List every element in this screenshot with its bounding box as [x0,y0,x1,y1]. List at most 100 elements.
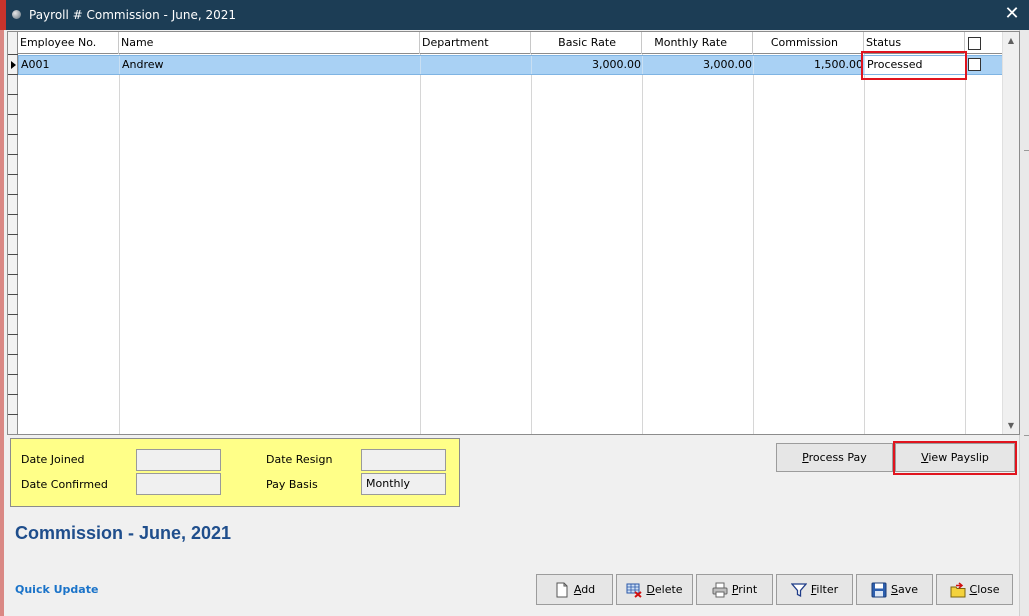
current-row-indicator-icon [11,61,16,69]
row-header-line [8,134,18,135]
add-label-rest: dd [581,583,596,596]
row-header-line [8,254,18,255]
row-header-line [8,234,18,235]
window-title: Payroll # Commission - June, 2021 [29,8,236,22]
funnel-icon [790,582,808,598]
row-header-line [8,294,18,295]
cell-department[interactable] [421,56,532,74]
save-accesskey: S [890,583,898,596]
date-confirmed-label: Date Confirmed [21,478,108,491]
scroll-down-icon[interactable]: ▼ [1003,417,1019,434]
date-resign-field[interactable] [361,449,446,471]
background-window-edge-right [1019,30,1029,616]
col-header-commission[interactable]: Commission [753,32,864,54]
title-bar: Payroll # Commission - June, 2021 ✕ [0,0,1029,30]
column-divider [642,54,643,434]
view-payslip-button[interactable]: View Payslip [895,443,1015,472]
col-header-name[interactable]: Name [119,32,420,54]
row-header-line [8,414,18,415]
date-joined-label: Date Joined [21,453,85,466]
row-header-line [8,94,18,95]
row-header-line [8,354,18,355]
print-button[interactable]: Print [696,574,773,605]
delete-grid-icon [626,582,643,598]
close-label-rest: lose [977,583,1000,596]
edge-tick [1024,150,1029,151]
cell-select [966,56,987,74]
table-row[interactable]: A001 Andrew 3,000.00 3,000.00 1,500.00 P… [18,55,1003,75]
col-header-select-all [965,32,986,54]
grid-header: Employee No. Name Department Basic Rate … [18,32,1003,54]
close-window-icon[interactable]: ✕ [1001,4,1023,26]
filter-button[interactable]: Filter [776,574,853,605]
print-label-rest: rint [738,583,758,596]
close-button[interactable]: Close [936,574,1013,605]
row-header-line [8,154,18,155]
column-divider [753,54,754,434]
col-header-department[interactable]: Department [420,32,531,54]
pay-basis-label: Pay Basis [266,478,318,491]
col-header-status[interactable]: Status [864,32,965,54]
cell-commission[interactable]: 1,500.00 [754,56,865,74]
delete-label-rest: elete [654,583,683,596]
column-divider [864,54,865,434]
filter-label: Filter [811,583,838,596]
row-header-line [8,214,18,215]
cell-name[interactable]: Andrew [120,56,421,74]
delete-button[interactable]: Delete [616,574,693,605]
floppy-icon [871,582,887,598]
column-divider [119,54,120,434]
process-pay-label: Process Pay [802,451,867,464]
cell-status[interactable]: Processed [865,56,966,74]
filter-label-rest: ilter [816,583,839,596]
view-payslip-label: View Payslip [921,451,989,464]
process-pay-label-rest: rocess Pay [808,451,867,464]
delete-label: Delete [646,583,682,596]
scroll-up-icon[interactable]: ▲ [1003,32,1019,49]
quick-update-link[interactable]: Quick Update [15,583,98,596]
print-label: Print [732,583,757,596]
pay-basis-field[interactable]: Monthly [361,473,446,495]
column-divider [531,54,532,434]
row-header-line [8,274,18,275]
date-joined-field[interactable] [136,449,221,471]
background-window-edge [0,30,4,616]
row-header-line [8,394,18,395]
title-accent [0,0,6,30]
col-header-employee-no[interactable]: Employee No. [18,32,119,54]
row-header-line [8,314,18,315]
save-label: Save [891,583,918,596]
employee-grid[interactable]: Employee No. Name Department Basic Rate … [7,31,1020,435]
col-header-basic-rate[interactable]: Basic Rate [531,32,642,54]
vertical-scrollbar[interactable]: ▲ ▼ [1002,32,1019,434]
close-label: Close [970,583,1000,596]
page-title: Commission - June, 2021 [15,523,232,543]
cell-employee-no[interactable]: A001 [19,56,120,74]
printer-icon [712,582,728,598]
row-header-line [8,74,18,75]
employee-details-panel: Date Joined Date Confirmed Date Resign P… [10,438,460,507]
row-select-checkbox[interactable] [968,58,981,71]
row-header-line [8,114,18,115]
document-icon [554,582,570,598]
row-header-line [8,174,18,175]
column-divider [965,54,966,434]
select-all-checkbox[interactable] [968,37,981,50]
cell-monthly-rate[interactable]: 3,000.00 [643,56,754,74]
app-icon[interactable] [12,10,21,19]
save-label-rest: ave [897,583,918,596]
col-header-monthly-rate[interactable]: Monthly Rate [642,32,753,54]
edge-tick [1024,435,1029,436]
add-label: Add [574,583,595,596]
folder-close-icon [950,581,966,598]
row-header-line [8,374,18,375]
row-header-line [8,194,18,195]
date-confirmed-field[interactable] [136,473,221,495]
add-button[interactable]: Add [536,574,613,605]
view-payslip-label-rest: iew Payslip [928,451,989,464]
row-header-line [8,54,18,55]
process-pay-button[interactable]: Process Pay [776,443,893,472]
cell-basic-rate[interactable]: 3,000.00 [532,56,643,74]
save-button[interactable]: Save [856,574,933,605]
column-divider [420,54,421,434]
